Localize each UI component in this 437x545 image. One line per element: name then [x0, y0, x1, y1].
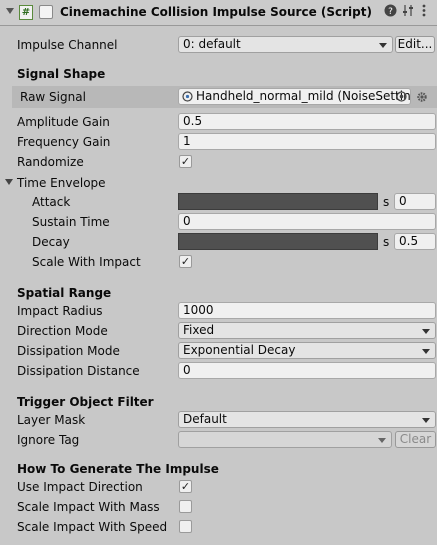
decay-curve-field[interactable] [178, 233, 378, 250]
direction-mode-label: Direction Mode [17, 324, 108, 338]
scale-with-mass-label: Scale Impact With Mass [17, 500, 160, 514]
layer-mask-dropdown[interactable]: Default [178, 411, 436, 428]
attack-value-field[interactable]: 0 [394, 193, 436, 210]
impact-radius-label: Impact Radius [17, 304, 103, 318]
amplitude-gain-label: Amplitude Gain [17, 115, 110, 129]
foldout-arrow-icon[interactable] [5, 179, 13, 185]
randomize-label: Randomize [17, 155, 84, 169]
clear-button[interactable]: Clear [395, 431, 436, 448]
impulse-channel-value: 0: default [183, 37, 241, 51]
raw-signal-label: Raw Signal [20, 90, 86, 104]
dissipation-mode-value: Exponential Decay [183, 343, 296, 357]
randomize-checkbox[interactable]: ✓ [179, 155, 192, 168]
chevron-down-icon [422, 418, 430, 423]
trigger-filter-heading: Trigger Object Filter [17, 395, 154, 409]
chevron-down-icon [422, 329, 430, 334]
generate-impulse-heading: How To Generate The Impulse [17, 462, 219, 476]
dissipation-distance-field[interactable]: 0 [178, 362, 436, 379]
chevron-down-icon [379, 43, 387, 48]
layer-mask-value: Default [183, 412, 227, 426]
decay-unit: s [383, 235, 390, 249]
ignore-tag-dropdown[interactable] [178, 431, 392, 448]
spatial-range-heading: Spatial Range [17, 286, 112, 300]
raw-signal-object-field[interactable]: Handheld_normal_mild (NoiseSettings) [178, 88, 411, 105]
noise-settings-icon [182, 91, 193, 104]
impact-radius-field[interactable]: 1000 [178, 302, 436, 319]
time-envelope-label[interactable]: Time Envelope [17, 176, 106, 190]
edit-button[interactable]: Edit... [395, 36, 435, 53]
more-menu-icon[interactable] [422, 4, 426, 21]
presets-icon[interactable] [402, 4, 415, 21]
scale-with-mass-checkbox[interactable] [179, 500, 192, 513]
use-impact-direction-label: Use Impact Direction [17, 480, 143, 494]
component-enable-checkbox[interactable] [39, 5, 53, 19]
decay-label: Decay [32, 235, 70, 249]
scale-with-impact-label: Scale With Impact [32, 255, 141, 269]
attack-label: Attack [32, 195, 71, 209]
amplitude-gain-field[interactable]: 0.5 [178, 113, 436, 130]
component-header: # Cinemachine Collision Impulse Source (… [0, 0, 437, 26]
gear-icon[interactable] [416, 91, 428, 106]
use-impact-direction-checkbox[interactable]: ✓ [179, 480, 192, 493]
decay-value-field[interactable]: 0.5 [394, 233, 436, 250]
scale-with-impact-checkbox[interactable]: ✓ [179, 255, 192, 268]
fold-arrow-icon[interactable] [6, 8, 14, 14]
raw-signal-value: Handheld_normal_mild (NoiseSettings) [196, 89, 411, 103]
impulse-channel-label: Impulse Channel [17, 38, 118, 52]
frequency-gain-field[interactable]: 1 [178, 133, 436, 150]
frequency-gain-label: Frequency Gain [17, 135, 111, 149]
attack-curve-field[interactable] [178, 193, 378, 210]
script-icon: # [19, 5, 33, 20]
dissipation-mode-dropdown[interactable]: Exponential Decay [178, 342, 436, 359]
component-title: Cinemachine Collision Impulse Source (Sc… [60, 5, 372, 19]
dissipation-distance-label: Dissipation Distance [17, 364, 140, 378]
svg-text:?: ? [388, 7, 393, 17]
sustain-time-label: Sustain Time [32, 215, 110, 229]
object-picker-icon[interactable] [396, 91, 407, 104]
layer-mask-label: Layer Mask [17, 413, 86, 427]
ignore-tag-label: Ignore Tag [17, 433, 80, 447]
scale-with-speed-label: Scale Impact With Speed [17, 520, 168, 534]
impulse-channel-dropdown[interactable]: 0: default [178, 36, 393, 53]
attack-unit: s [383, 195, 390, 209]
scale-with-speed-checkbox[interactable] [179, 520, 192, 533]
chevron-down-icon [378, 438, 386, 443]
signal-shape-heading: Signal Shape [17, 67, 106, 81]
direction-mode-value: Fixed [183, 323, 215, 337]
dissipation-mode-label: Dissipation Mode [17, 344, 120, 358]
direction-mode-dropdown[interactable]: Fixed [178, 322, 436, 339]
sustain-time-field[interactable]: 0 [178, 213, 436, 230]
help-icon[interactable]: ? [384, 4, 397, 21]
chevron-down-icon [422, 349, 430, 354]
